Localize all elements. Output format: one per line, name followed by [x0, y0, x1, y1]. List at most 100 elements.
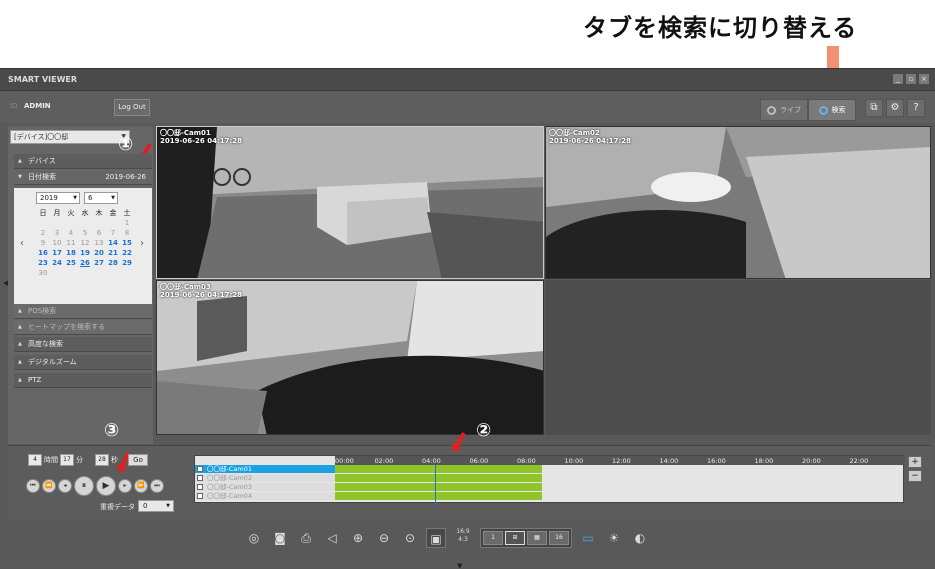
export-icon[interactable]: ⧉	[865, 99, 883, 117]
calendar-day[interactable]: 26	[78, 258, 92, 268]
calendar-day[interactable]: 28	[106, 258, 120, 268]
calendar-day[interactable]: 21	[106, 248, 120, 258]
zoom-out-button[interactable]: −	[908, 470, 922, 482]
calendar-day[interactable]: 20	[92, 248, 106, 258]
section-date-search[interactable]: 日付検索 2019-06-26	[14, 170, 152, 185]
camera-snapshot-icon[interactable]: ◙	[270, 528, 290, 548]
tab-search[interactable]: 検索	[808, 99, 856, 121]
calendar-day[interactable]: 14	[106, 238, 120, 248]
layout-9[interactable]: ▦	[527, 531, 547, 545]
gear-icon[interactable]: ⚙	[886, 99, 904, 117]
section-heatmap[interactable]: ヒートマップを検索する	[14, 320, 152, 335]
minimize-button[interactable]: _	[893, 74, 903, 84]
timeline[interactable]: 00:00 02:00 04:00 06:00 08:00 10:00 12:00 14:00…	[194, 455, 905, 504]
pause-icon[interactable]: ⏸	[74, 476, 94, 496]
camera-tile-3[interactable]: 〇〇邸-Cam03 2019-06-26 04:17:28	[156, 280, 544, 435]
restore-button[interactable]: ▫	[906, 74, 916, 84]
calendar-day[interactable]: 30	[36, 268, 50, 278]
calendar-day[interactable]: 19	[78, 248, 92, 258]
zoom-reset-icon[interactable]: ⊙	[400, 528, 420, 548]
channel-checkbox[interactable]	[197, 484, 203, 490]
channel-checkbox[interactable]	[197, 475, 203, 481]
calendar-day[interactable]: 10	[50, 238, 64, 248]
calendar-day[interactable]: 3	[50, 228, 64, 238]
prev-month-icon[interactable]: ‹	[20, 238, 24, 249]
timeline-row[interactable]: 〇〇邸-Cam01	[195, 465, 905, 473]
calendar-day[interactable]: 22	[120, 248, 134, 258]
calendar-day[interactable]: 16	[36, 248, 50, 258]
logout-button[interactable]: Log Out	[114, 99, 150, 116]
monitor-icon[interactable]: ▭	[578, 528, 598, 548]
timeline-row[interactable]: 〇〇邸-Cam02	[195, 474, 905, 482]
close-button[interactable]: ×	[919, 74, 929, 84]
calendar-day[interactable]: 1	[120, 218, 134, 228]
timeline-row[interactable]: 〇〇邸-Cam04	[195, 492, 905, 500]
channel-checkbox[interactable]	[197, 466, 203, 472]
zoom-in-icon[interactable]: ⊕	[348, 528, 368, 548]
calendar-day[interactable]: 17	[50, 248, 64, 258]
prev-frame-icon[interactable]: ⏪	[42, 479, 56, 493]
month-select[interactable]: 6	[84, 192, 118, 204]
layout-16[interactable]: 16	[549, 531, 569, 545]
layout-4[interactable]: ⊞	[505, 531, 525, 545]
recording-bar[interactable]	[335, 465, 542, 473]
aspect-ratio-toggle[interactable]: 16:9 4:3	[452, 528, 474, 548]
calendar-day[interactable]: 6	[92, 228, 106, 238]
section-device[interactable]: デバイス	[14, 154, 152, 169]
help-icon[interactable]: ?	[907, 99, 925, 117]
print-icon[interactable]: ⎙	[296, 528, 316, 548]
device-select[interactable]: [デバイス]〇〇邸	[10, 130, 130, 144]
overlap-select[interactable]: 0	[138, 500, 174, 512]
calendar-day[interactable]: 11	[64, 238, 78, 248]
calendar-day[interactable]: 27	[92, 258, 106, 268]
camera-tile-2[interactable]: 〇〇邸-Cam02 2019-06-26 04:17:28	[545, 126, 931, 279]
layout-1[interactable]: 1	[483, 531, 503, 545]
hour-input[interactable]: 4	[28, 454, 42, 466]
brightness-icon[interactable]: ☀	[604, 528, 624, 548]
timeline-cursor[interactable]	[435, 465, 436, 504]
recording-bar[interactable]	[335, 483, 542, 491]
camera-tile-1[interactable]: 〇〇邸-Cam01 2019-06-26 04:17:28	[156, 126, 544, 279]
calendar-day[interactable]: 23	[36, 258, 50, 268]
disc-icon[interactable]: ◎	[244, 528, 264, 548]
calendar-day[interactable]: 4	[64, 228, 78, 238]
calendar-day[interactable]: 13	[92, 238, 106, 248]
next-month-icon[interactable]: ›	[140, 238, 144, 249]
calendar-day[interactable]: 2	[36, 228, 50, 238]
minute-input[interactable]: 17	[60, 454, 74, 466]
tab-live[interactable]: ライブ	[760, 99, 808, 121]
channel-checkbox[interactable]	[197, 493, 203, 499]
step-forward-icon[interactable]: ▸	[118, 479, 132, 493]
go-button[interactable]: Go	[128, 454, 148, 466]
year-select[interactable]: 2019	[36, 192, 80, 204]
calendar-day[interactable]: 12	[78, 238, 92, 248]
step-back-icon[interactable]: ◂	[58, 479, 72, 493]
fullscreen-icon[interactable]: ▣	[426, 528, 446, 548]
calendar-day[interactable]: 18	[64, 248, 78, 258]
contrast-icon[interactable]: ◐	[630, 528, 650, 548]
calendar-day[interactable]: 15	[120, 238, 134, 248]
calendar-day[interactable]: 25	[64, 258, 78, 268]
calendar-day[interactable]: 24	[50, 258, 64, 268]
calendar-day[interactable]: 5	[78, 228, 92, 238]
skip-start-icon[interactable]: ⏮	[26, 479, 40, 493]
speaker-icon[interactable]: ◁	[322, 528, 342, 548]
calendar-day[interactable]: 7	[106, 228, 120, 238]
zoom-in-button[interactable]: +	[908, 456, 922, 468]
calendar-day[interactable]: 9	[36, 238, 50, 248]
section-ptz[interactable]: PTZ	[14, 373, 152, 388]
section-advanced[interactable]: 高度な検索	[14, 337, 152, 352]
fast-forward-icon[interactable]: ⏩	[134, 479, 148, 493]
calendar-day[interactable]: 29	[120, 258, 134, 268]
recording-bar[interactable]	[335, 474, 542, 482]
section-digital-zoom[interactable]: デジタルズーム	[14, 355, 152, 370]
skip-end-icon[interactable]: ⏭	[150, 479, 164, 493]
zoom-out-icon[interactable]: ⊖	[374, 528, 394, 548]
second-input[interactable]: 28	[95, 454, 109, 466]
calendar-day[interactable]: 8	[120, 228, 134, 238]
recording-bar[interactable]	[335, 492, 542, 500]
camera-tile-empty[interactable]	[545, 280, 931, 435]
play-icon[interactable]: ▶	[96, 476, 116, 496]
timeline-row[interactable]: 〇〇邸-Cam03	[195, 483, 905, 491]
section-pos[interactable]: POS検索	[14, 304, 152, 319]
